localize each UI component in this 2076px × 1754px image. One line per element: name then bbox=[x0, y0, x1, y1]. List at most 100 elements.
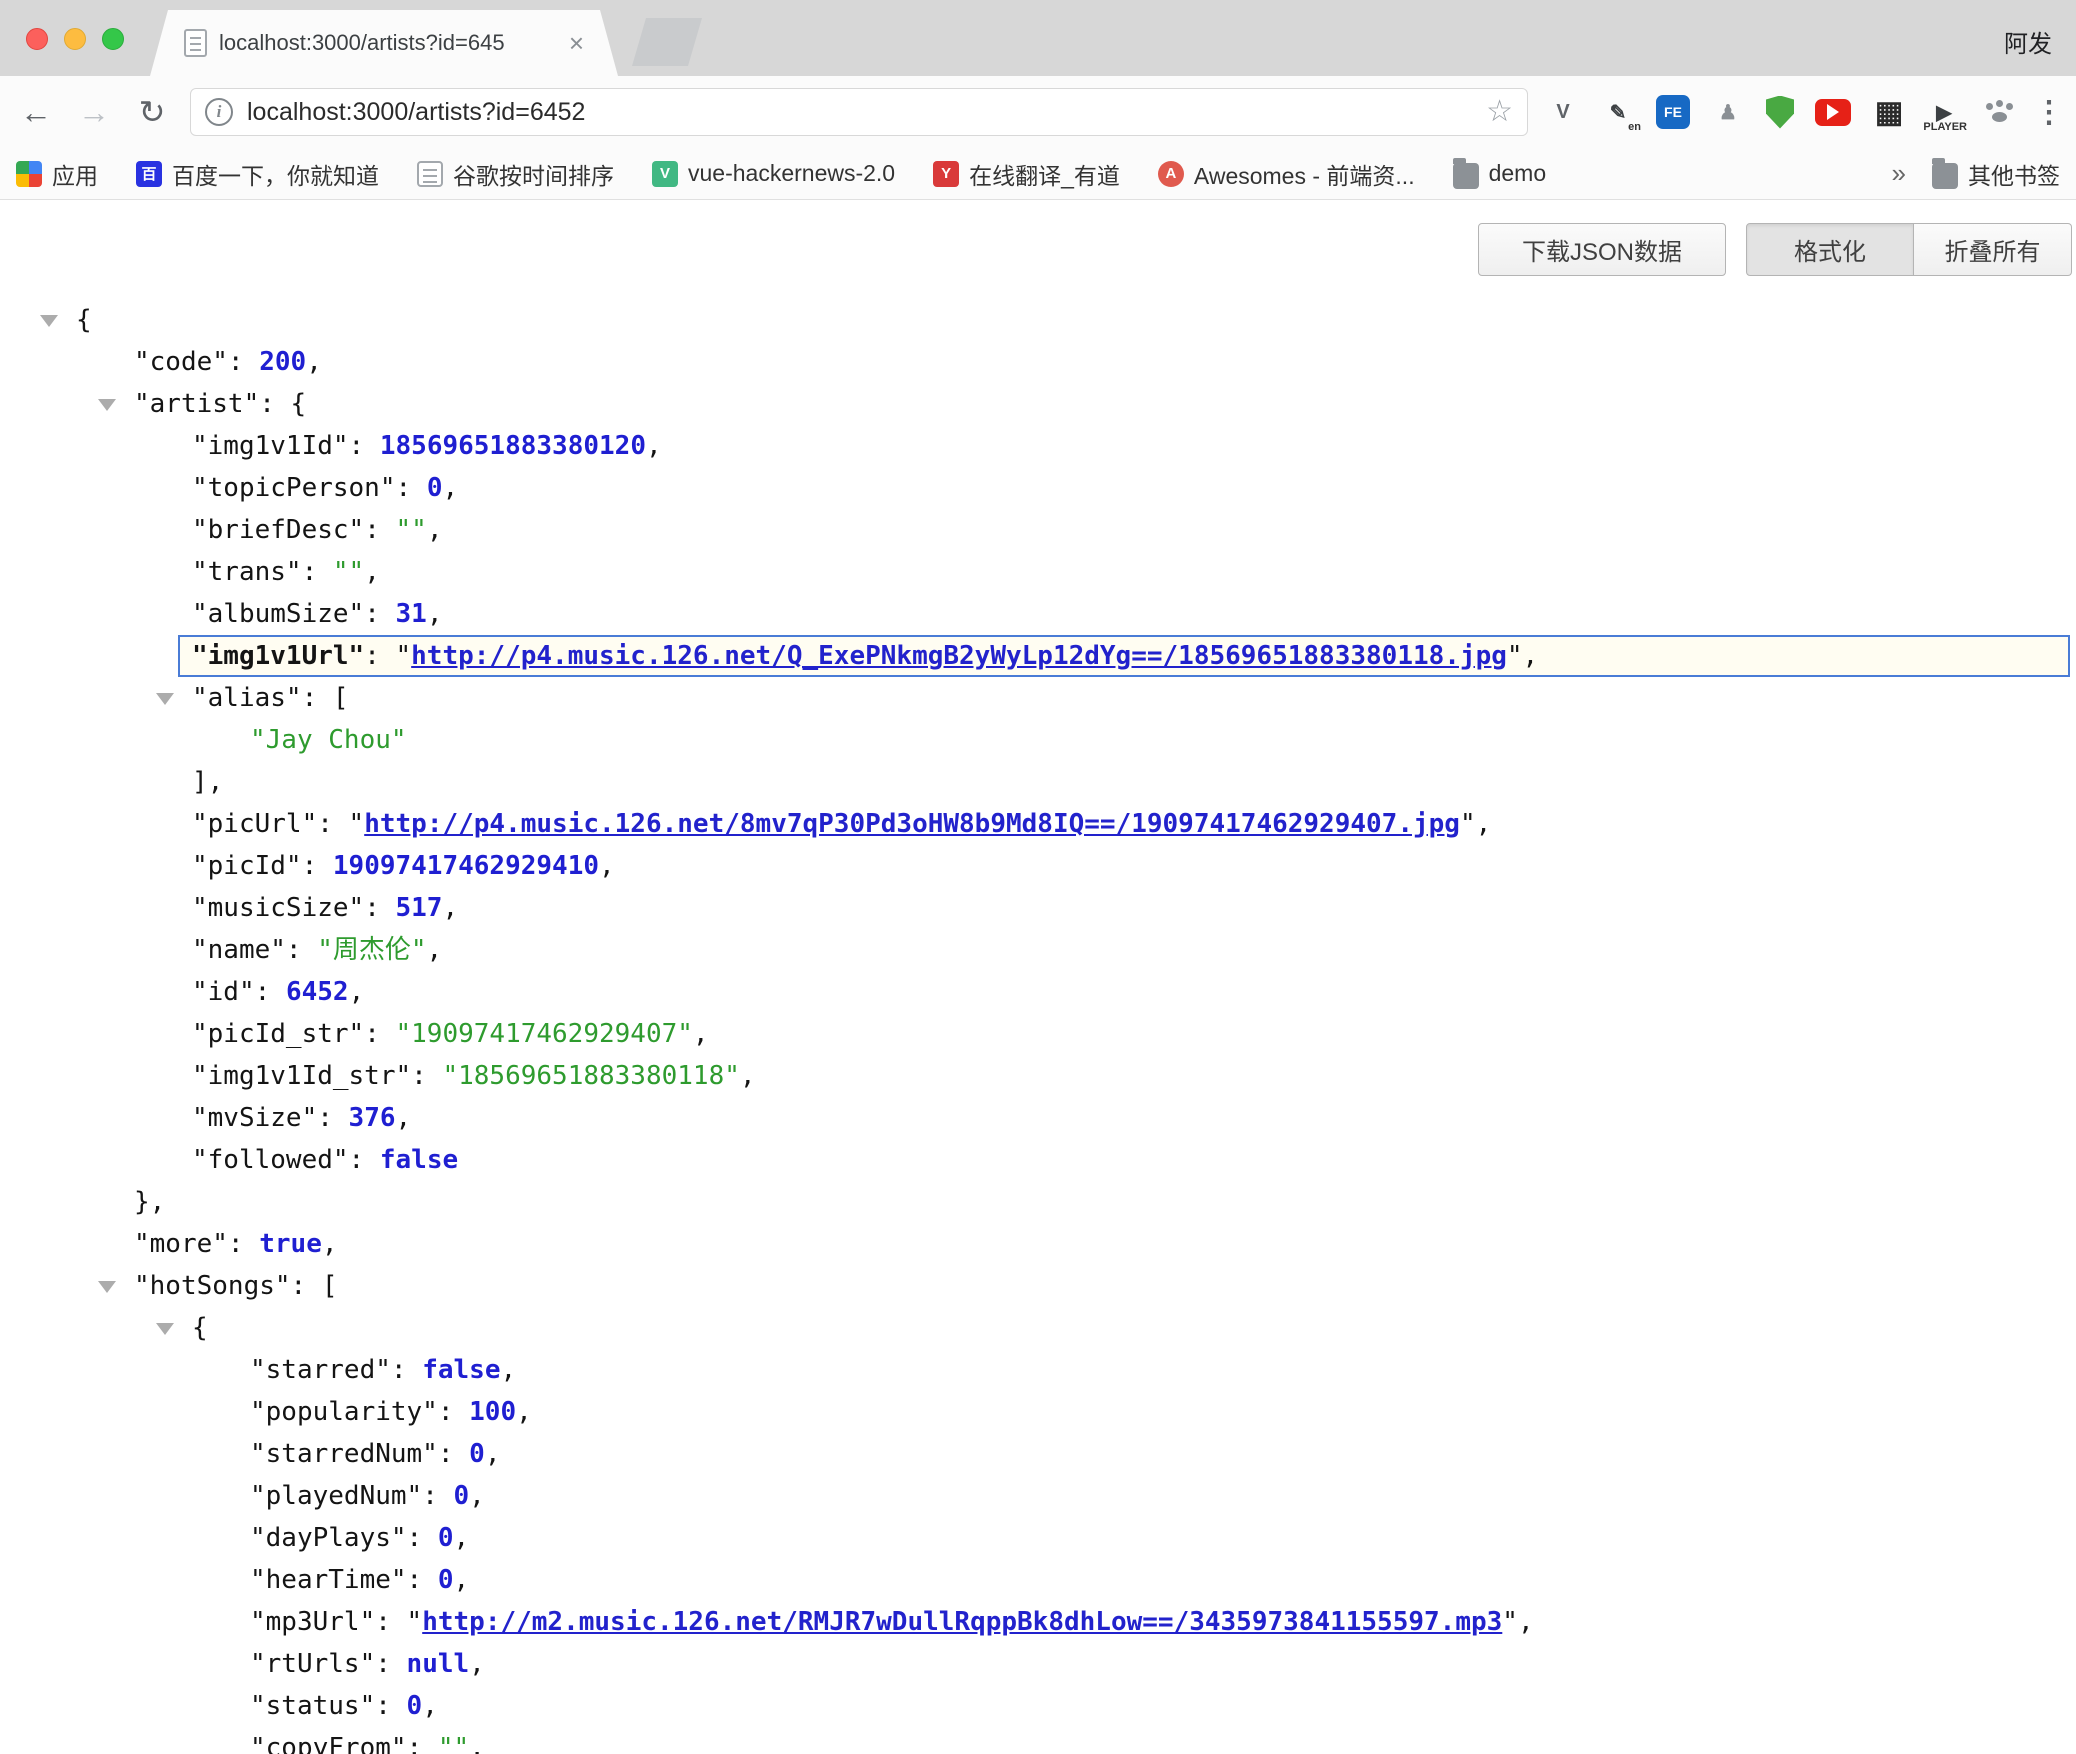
minimize-window-button[interactable] bbox=[64, 28, 86, 50]
translate-pen-icon[interactable]: ✎en bbox=[1601, 95, 1635, 129]
json-punct: : bbox=[228, 347, 259, 377]
json-key: "mp3Url" bbox=[250, 1607, 375, 1637]
json-link[interactable]: http://p4.music.126.net/Q_ExePNkmgB2yWyL… bbox=[411, 641, 1507, 671]
json-string: "周杰伦" bbox=[317, 935, 426, 965]
json-number: 376 bbox=[349, 1103, 396, 1133]
new-tab-button[interactable] bbox=[632, 18, 702, 66]
bookmark-google-sort[interactable]: 谷歌按时间排序 bbox=[417, 157, 614, 191]
json-punct: : bbox=[364, 599, 395, 629]
page-favicon-icon bbox=[184, 29, 207, 57]
json-literal: null bbox=[407, 1649, 470, 1679]
forward-button[interactable]: → bbox=[74, 96, 114, 128]
other-bookmarks-folder[interactable]: 其他书签 bbox=[1932, 157, 2060, 191]
profile-name[interactable]: 阿发 bbox=[2004, 24, 2052, 59]
json-punct: , bbox=[485, 1439, 501, 1469]
vimium-icon[interactable]: V bbox=[1546, 95, 1580, 129]
bookmark-label: 在线翻译_有道 bbox=[969, 157, 1120, 191]
collapse-toggle-icon[interactable] bbox=[98, 1281, 116, 1293]
json-key: "topicPerson" bbox=[192, 473, 396, 503]
bookmark-baidu[interactable]: 百百度一下，你就知道 bbox=[136, 157, 379, 191]
json-key: "popularity" bbox=[250, 1397, 438, 1427]
json-punct: , bbox=[646, 431, 662, 461]
json-line: "more": true, bbox=[0, 1223, 2076, 1265]
json-punct: : bbox=[422, 1481, 453, 1511]
json-punct: { bbox=[192, 1313, 208, 1343]
json-key: "code" bbox=[134, 347, 228, 377]
json-punct: : bbox=[302, 683, 333, 713]
reload-button[interactable]: ↻ bbox=[132, 96, 172, 128]
player-icon[interactable]: ▶PLAYER bbox=[1927, 95, 1961, 129]
bookmark-awesomes[interactable]: AAwesomes - 前端资... bbox=[1158, 157, 1415, 191]
json-punct: : bbox=[364, 1019, 395, 1049]
bookmark-star-icon[interactable]: ☆ bbox=[1486, 97, 1513, 127]
json-line: "followed": false bbox=[0, 1139, 2076, 1181]
tab-close-icon[interactable]: × bbox=[569, 30, 584, 56]
json-punct: : bbox=[364, 641, 395, 671]
json-key: "hotSongs" bbox=[134, 1271, 291, 1301]
close-window-button[interactable] bbox=[26, 28, 48, 50]
json-key: "musicSize" bbox=[192, 893, 364, 923]
json-key: "alias" bbox=[192, 683, 302, 713]
json-punct: , bbox=[427, 935, 443, 965]
glyph-icon: Y bbox=[933, 161, 959, 187]
paw-icon[interactable] bbox=[1982, 95, 2016, 129]
collapse-toggle-icon[interactable] bbox=[98, 399, 116, 411]
fe-icon[interactable]: FE bbox=[1656, 95, 1690, 129]
collapse-all-button[interactable]: 折叠所有 bbox=[1914, 223, 2072, 276]
bookmarks-items: 应用 百百度一下，你就知道 谷歌按时间排序 Vvue-hackernews-2.0 Y在… bbox=[16, 157, 1546, 191]
collapse-toggle-icon[interactable] bbox=[156, 1323, 174, 1335]
collapse-toggle-icon[interactable] bbox=[156, 693, 174, 705]
bookmark-youdao[interactable]: Y 在线翻译_有道 bbox=[933, 157, 1120, 191]
json-punct: : bbox=[286, 935, 317, 965]
other-bookmarks-label: 其他书签 bbox=[1968, 157, 2060, 191]
download-json-button[interactable]: 下载JSON数据 bbox=[1478, 223, 1726, 276]
json-line: "mvSize": 376, bbox=[0, 1097, 2076, 1139]
json-line: "img1v1Id": 18569651883380120, bbox=[0, 425, 2076, 467]
browser-tab[interactable]: localhost:3000/artists?id=645 × bbox=[150, 10, 618, 76]
json-line: "albumSize": 31, bbox=[0, 593, 2076, 635]
url-text[interactable]: localhost:3000/artists?id=6452 bbox=[247, 98, 1472, 127]
json-number: 6452 bbox=[286, 977, 349, 1007]
qr-code-icon[interactable]: ▦ bbox=[1872, 95, 1906, 129]
json-line: "picId": 19097417462929410, bbox=[0, 845, 2076, 887]
json-punct: : bbox=[317, 1103, 348, 1133]
address-bar[interactable]: i localhost:3000/artists?id=6452 ☆ bbox=[190, 88, 1528, 136]
json-string: "" bbox=[438, 1733, 469, 1754]
format-button[interactable]: 格式化 bbox=[1746, 223, 1914, 276]
json-line: }, bbox=[0, 1181, 2076, 1223]
bookmarks-overflow-icon[interactable]: » bbox=[1892, 158, 1906, 189]
json-line: "starred": false, bbox=[0, 1349, 2076, 1391]
json-punct: : bbox=[411, 1061, 442, 1091]
bookmark-demo[interactable]: demo bbox=[1453, 158, 1547, 189]
bookmarks-right: » 其他书签 bbox=[1892, 157, 2060, 191]
zoom-window-button[interactable] bbox=[102, 28, 124, 50]
browser-menu-icon[interactable]: ⋮ bbox=[2034, 95, 2060, 130]
json-punct: : bbox=[407, 1523, 438, 1553]
json-number: 0 bbox=[407, 1691, 423, 1721]
json-line: "copyFrom": "", bbox=[0, 1727, 2076, 1754]
tab-title: localhost:3000/artists?id=645 bbox=[219, 30, 557, 56]
bookmark-label: vue-hackernews-2.0 bbox=[688, 160, 895, 187]
bookmark-apps[interactable]: 应用 bbox=[16, 157, 98, 191]
json-punct: , bbox=[469, 1481, 485, 1511]
json-key: "status" bbox=[250, 1691, 375, 1721]
json-string: "" bbox=[396, 515, 427, 545]
json-number: 0 bbox=[438, 1523, 454, 1553]
person-icon[interactable]: ♟ bbox=[1711, 95, 1745, 129]
json-link[interactable]: http://m2.music.126.net/RMJR7wDullRqppBk… bbox=[422, 1607, 1502, 1637]
json-link[interactable]: http://p4.music.126.net/8mv7qP30Pd3oHW8b… bbox=[364, 809, 1460, 839]
bookmark-vue-hackernews[interactable]: Vvue-hackernews-2.0 bbox=[652, 160, 895, 187]
json-line: "alias": [ bbox=[0, 677, 2076, 719]
json-punct: , bbox=[306, 347, 322, 377]
shield-icon[interactable] bbox=[1766, 96, 1794, 129]
back-button[interactable]: ← bbox=[16, 96, 56, 128]
json-punct: : bbox=[255, 977, 286, 1007]
site-info-icon[interactable]: i bbox=[205, 98, 233, 126]
json-line: "img1v1Id_str": "18569651883380118", bbox=[0, 1055, 2076, 1097]
youtube-icon[interactable] bbox=[1815, 99, 1851, 126]
json-punct: : bbox=[407, 1733, 438, 1754]
collapse-toggle-icon[interactable] bbox=[40, 315, 58, 327]
json-punct: , bbox=[693, 1019, 709, 1049]
json-key: "img1v1Url" bbox=[192, 641, 364, 671]
json-key: "followed" bbox=[192, 1145, 349, 1175]
